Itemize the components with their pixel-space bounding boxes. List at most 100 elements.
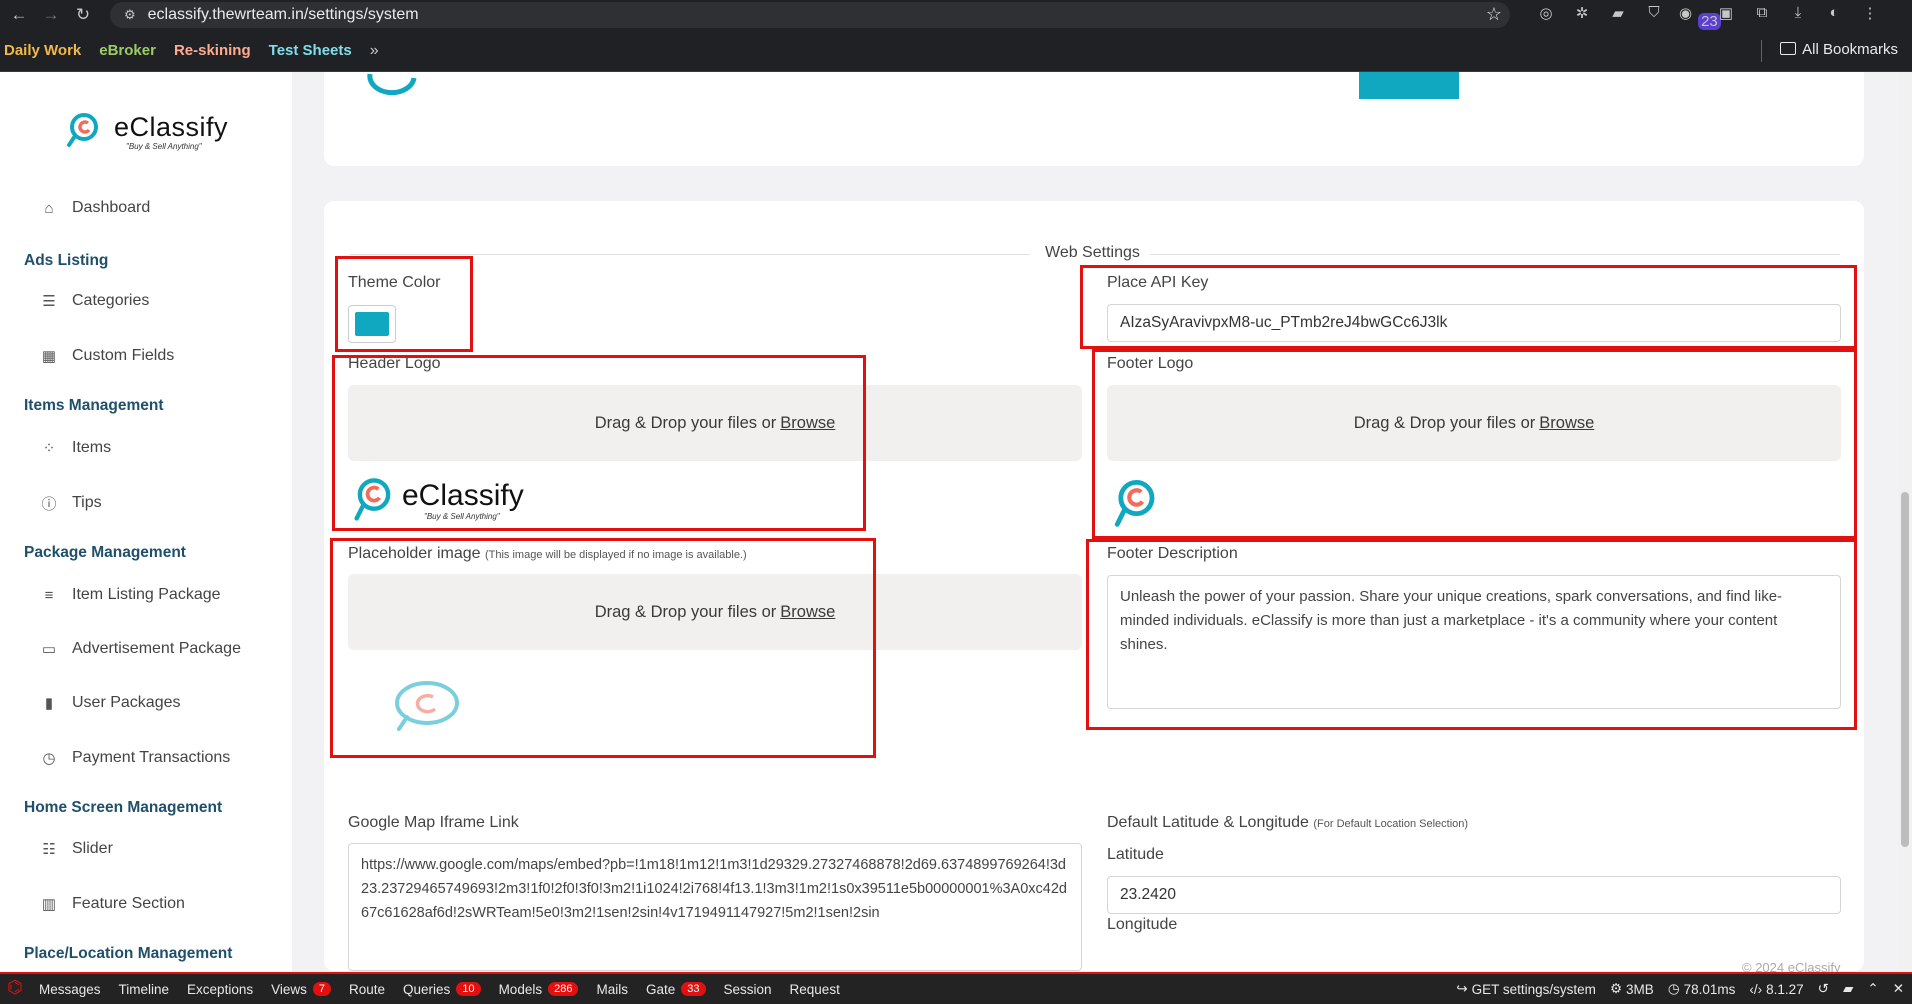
debug-tab-gate[interactable]: Gate 33 (637, 974, 715, 1004)
close-icon[interactable]: ✕ (1893, 981, 1904, 997)
address-bar[interactable]: ⚙ eclassify.thewrteam.in/settings/system… (110, 2, 1510, 28)
footer-description-textarea[interactable]: Unleash the power of your passion. Share… (1107, 575, 1841, 709)
chevron-up-icon[interactable]: ⌃ (1867, 981, 1878, 997)
sidebar-item-categories[interactable]: ☰ Categories (40, 292, 149, 310)
debug-tab-timeline[interactable]: Timeline (110, 974, 179, 1004)
latitude-input[interactable]: 23.2420 (1107, 876, 1841, 914)
count-badge: 33 (681, 982, 706, 996)
debug-tab-session[interactable]: Session (715, 974, 781, 1004)
placeholder-image-preview (395, 681, 459, 731)
sidebar-item-item-listing-package[interactable]: ≡ Item Listing Package (40, 586, 221, 604)
sidebar-heading-package-management: Package Management (24, 544, 186, 561)
sidebar-item-feature-section[interactable]: ▥ Feature Section (40, 895, 185, 913)
menu-icon[interactable]: ⋮ (1859, 4, 1881, 22)
php-version: 8.1.27 (1766, 981, 1804, 997)
sidebar-item-label: Slider (72, 840, 113, 857)
menu-lines-icon: ≡ (44, 586, 54, 604)
browse-link[interactable]: Browse (780, 603, 835, 622)
all-bookmarks-button[interactable]: All Bookmarks (1780, 41, 1898, 58)
extension-icon[interactable]: ▰ (1607, 4, 1629, 22)
extension-icon[interactable]: ✲ (1571, 4, 1593, 22)
bookmark-ebroker[interactable]: eBroker (99, 39, 156, 62)
bookmarks-more-icon[interactable]: » (370, 42, 379, 60)
bookmark-test-sheets[interactable]: Test Sheets (269, 39, 352, 62)
bookmark-star-icon[interactable]: ☆ (1486, 4, 1502, 25)
debug-tab-request[interactable]: Request (781, 974, 849, 1004)
placeholder-image-note: (This image will be displayed if no imag… (484, 549, 747, 561)
items-icon: ⁘ (42, 440, 56, 457)
footer-logo-preview (1114, 480, 1155, 527)
google-map-iframe-textarea[interactable]: https://www.google.com/maps/embed?pb=!1m… (348, 843, 1082, 971)
download-icon[interactable]: ⤓ (1787, 4, 1809, 22)
sidebar-item-advertisement-package[interactable]: ▭ Advertisement Package (40, 640, 241, 658)
google-map-iframe-label: Google Map Iframe Link (348, 814, 519, 831)
sidebar-item-user-packages[interactable]: ▮ User Packages (40, 694, 181, 712)
debug-tab-route[interactable]: Route (340, 974, 394, 1004)
theme-color-picker[interactable] (348, 305, 396, 343)
place-api-key-label: Place API Key (1107, 274, 1209, 291)
debug-tab-label: Gate (645, 981, 676, 997)
profile-icon[interactable]: ◐ (1823, 4, 1845, 22)
sidebar-item-tips[interactable]: ⓘ Tips (40, 494, 101, 513)
debug-tab-exceptions[interactable]: Exceptions (178, 974, 262, 1004)
debug-tab-views[interactable]: Views 7 (262, 974, 340, 1004)
info-icon: ⓘ (41, 495, 57, 513)
image-preview-partial (1359, 72, 1459, 99)
extension-icon[interactable]: ◉ 23 (1679, 4, 1721, 30)
forward-icon[interactable]: → (38, 2, 64, 28)
footer-logo-dropzone[interactable]: Drag & Drop your files or Browse (1107, 385, 1841, 461)
back-icon[interactable]: ← (6, 2, 32, 28)
scrollbar-thumb[interactable] (1901, 492, 1909, 847)
folder-icon[interactable]: ▰ (1843, 981, 1853, 997)
sidebar-item-label: User Packages (72, 694, 181, 711)
tab-icon[interactable]: ▣ (1715, 4, 1737, 22)
history-icon[interactable]: ↺ (1818, 981, 1829, 997)
extension-icon[interactable]: ◎ (1535, 4, 1557, 22)
sidebar-item-label: Payment Transactions (72, 749, 231, 766)
bookmark-re-skining[interactable]: Re-skining (174, 39, 251, 62)
bookmarks-divider (1761, 40, 1762, 62)
share-icon[interactable]: ↪ (1456, 981, 1467, 997)
shield-icon[interactable]: ⛉ (1643, 4, 1665, 22)
page-scrollbar[interactable] (1898, 72, 1912, 972)
route-info[interactable]: GET settings/system (1472, 982, 1596, 997)
footer-logo-label: Footer Logo (1107, 355, 1194, 372)
sidebar-item-custom-fields[interactable]: ▦ Custom Fields (40, 347, 174, 365)
sidebar-item-label: Advertisement Package (72, 640, 241, 657)
sidebar-item-label: Items (72, 439, 112, 456)
debug-tab-queries[interactable]: Queries 10 (394, 974, 490, 1004)
debug-tab-messages[interactable]: Messages (30, 974, 110, 1004)
browse-link[interactable]: Browse (1539, 414, 1594, 433)
bookmarks-bar: Daily Work eBroker Re-skining Test Sheet… (0, 30, 1912, 72)
place-api-key-input[interactable]: AIzaSyAravivpxM8-uc_PTmb2reJ4bwGCc6J3lk (1107, 304, 1841, 342)
theme-color-swatch (355, 312, 389, 336)
count-badge: 10 (456, 982, 481, 996)
sidebar-item-dashboard[interactable]: ⌂ Dashboard (40, 199, 150, 217)
sidebar-item-slider[interactable]: ☷ Slider (40, 840, 113, 858)
extensions-area: ◎ ✲ ▰ ⛉ ◉ 23 ▣ ⧉ ⤓ ◐ ⋮ (1535, 4, 1881, 30)
app-logo[interactable]: eClassify "Buy & Sell Anything" (66, 110, 256, 156)
bookmark-daily-work[interactable]: Daily Work (4, 39, 81, 62)
sidebar-item-label: Categories (72, 292, 150, 309)
browse-link[interactable]: Browse (780, 414, 835, 433)
ad-icon: ▭ (41, 641, 57, 658)
url-text: eclassify.thewrteam.in/settings/system (147, 6, 419, 23)
site-info-icon[interactable]: ⚙ (124, 7, 136, 23)
debugbar-logo-icon[interactable]: ⌬ (0, 977, 30, 1001)
placeholder-image-dropzone[interactable]: Drag & Drop your files or Browse (348, 574, 1082, 650)
sidebar-item-items[interactable]: ⁘ Items (40, 439, 111, 457)
debug-tab-mails[interactable]: Mails (587, 974, 637, 1004)
debug-tab-models[interactable]: Models 286 (490, 974, 588, 1004)
logo-text: eClassify (114, 112, 229, 142)
sidebar-item-payment-transactions[interactable]: ◷ Payment Transactions (40, 749, 230, 767)
sidebar-heading-ads-listing: Ads Listing (24, 252, 109, 269)
header-logo-dropzone[interactable]: Drag & Drop your files or Browse (348, 385, 1082, 461)
puzzle-icon[interactable]: ⧉ (1751, 4, 1773, 22)
placeholder-image-title: Placeholder image (348, 545, 481, 562)
header-logo-preview: eClassify "Buy & Sell Anything" (352, 475, 542, 525)
placeholder-image-label: Placeholder image (This image will be di… (348, 545, 747, 563)
payment-icon: ◷ (42, 750, 56, 767)
reload-icon[interactable]: ↻ (70, 2, 96, 28)
divider (350, 254, 1030, 255)
count-badge: 286 (548, 982, 579, 996)
